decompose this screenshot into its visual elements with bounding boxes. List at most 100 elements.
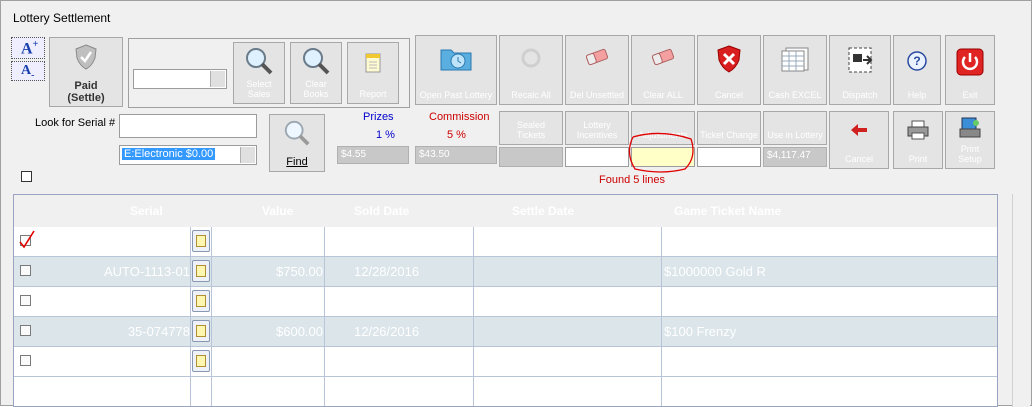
del-unsettled-label: Del Unsettled <box>569 90 625 100</box>
settle-label: (Settle) <box>67 92 105 104</box>
note-button[interactable] <box>192 260 210 282</box>
footer-total-label: Total <box>154 383 185 398</box>
folder-clock-icon <box>439 44 473 74</box>
dispatch-icon <box>845 46 875 76</box>
note-icon <box>196 295 206 307</box>
table-row[interactable]: AUTO-1113-01 $750.00 12/28/2016 $1000000… <box>14 257 997 287</box>
row-checkbox[interactable] <box>20 355 31 366</box>
font-decrease-button[interactable]: A- <box>11 61 45 81</box>
column-divider <box>661 227 662 406</box>
exit-button[interactable]: Exit <box>945 35 995 105</box>
row-checkbox[interactable] <box>20 265 31 276</box>
svg-text:?: ? <box>913 54 920 68</box>
col-header-value[interactable]: Value <box>262 204 293 218</box>
cash-excel-label: Cash EXCEL <box>768 90 822 100</box>
report-button[interactable]: Report <box>347 42 399 104</box>
print-label: Print <box>908 154 928 164</box>
col-header-settle-date[interactable]: Settle Date <box>512 204 574 218</box>
find-label: Find <box>286 156 308 168</box>
table-row[interactable] <box>14 287 997 317</box>
sealed-tickets-value <box>499 147 563 167</box>
note-icon <box>196 355 206 367</box>
dispatch-label: Dispatch <box>842 90 878 100</box>
table-row[interactable]: 35-074778 $600.00 12/26/2016 $100 Frenzy <box>14 317 997 347</box>
prizes-value: $4.55 <box>337 146 409 164</box>
print-setup-icon <box>958 117 982 141</box>
clear-all-button[interactable]: Clear ALL <box>631 35 695 105</box>
select-sales-label: Select Sales <box>246 79 272 99</box>
paid-settle-button[interactable]: Paid (Settle) <box>49 37 123 107</box>
note-button[interactable] <box>192 320 210 342</box>
clear-books-button[interactable]: Clear Books <box>290 42 342 104</box>
annotation-circle <box>628 132 694 173</box>
commission-label: Commission <box>429 111 490 123</box>
note-icon <box>196 325 206 337</box>
table-row[interactable] <box>14 227 997 257</box>
ticket-change-label: Ticket Change <box>697 111 761 145</box>
clear-books-label: Clear Books <box>303 79 329 99</box>
ticket-type-dropdown[interactable]: E:Electronic $0.00 <box>119 145 257 165</box>
help-button[interactable]: ? Help <box>893 35 941 105</box>
footer-total-value: $1,350.00 <box>254 383 312 398</box>
chevron-down-icon <box>240 147 255 163</box>
cell-game-name: $100 Frenzy <box>664 324 737 339</box>
note-button[interactable] <box>192 230 210 252</box>
help-icon: ? <box>906 50 928 74</box>
commission-percent: 5 % <box>447 129 466 141</box>
ticket-change-value[interactable] <box>697 147 761 167</box>
open-past-lottery-button[interactable]: Open Past Lottery <box>415 35 497 105</box>
table-row[interactable] <box>14 347 997 377</box>
select-all-checkbox[interactable] <box>21 171 32 182</box>
tickets-grid: Serial Value Sold Date Settle Date Game … <box>13 194 998 407</box>
prizes-label: Prizes <box>363 111 394 123</box>
help-label: Help <box>907 90 927 100</box>
col-header-serial[interactable]: Serial <box>130 204 163 218</box>
commission-value: $43.50 <box>415 146 497 164</box>
window-title: Lottery Settlement <box>13 11 111 25</box>
col-header-game-name[interactable]: Game Ticket Name <box>674 204 781 218</box>
col-header-sold-date[interactable]: Sold Date <box>354 204 409 218</box>
find-button[interactable]: Find <box>269 114 325 172</box>
row-checkbox[interactable] <box>20 325 31 336</box>
shield-x-icon <box>716 45 742 75</box>
eraser-icon <box>650 48 676 68</box>
print-button[interactable]: Print <box>893 111 943 169</box>
dispatch-button[interactable]: Dispatch <box>829 35 891 105</box>
found-lines-status: Found 5 lines <box>599 174 666 186</box>
recalc-all-button[interactable]: Recalc All <box>499 35 563 105</box>
use-in-lottery-value: $4,117.47 <box>763 147 827 167</box>
chevron-down-icon <box>210 71 225 87</box>
font-increase-button[interactable]: A+ <box>11 37 45 59</box>
cell-sold-date: 12/28/2016 <box>354 264 420 279</box>
cancel-side-label: Cancel <box>844 154 873 164</box>
note-button[interactable] <box>192 290 210 312</box>
lottery-settlement-window: Lottery Settlement A+ A- Paid (Settle) S… <box>0 0 1032 407</box>
column-divider <box>190 227 191 406</box>
print-setup-button[interactable]: Print Setup <box>945 111 995 169</box>
row-checkbox[interactable] <box>20 295 31 306</box>
recalc-all-label: Recalc All <box>511 90 551 100</box>
font-decrease-icon: A- <box>21 63 35 81</box>
printer-icon <box>906 120 930 142</box>
lottery-incentives-label: Lottery Incentives <box>565 111 629 145</box>
vertical-scrollbar[interactable] <box>1012 194 1030 407</box>
cancel-toolbar-button[interactable]: Cancel <box>697 35 761 105</box>
del-unsettled-button[interactable]: Del Unsettled <box>565 35 629 105</box>
cell-value: $750.00 <box>276 264 323 279</box>
cell-serial: AUTO-1113-01 <box>104 264 190 279</box>
cancel-side-button[interactable]: Cancel <box>829 111 889 169</box>
print-setup-label: Print Setup <box>958 144 982 164</box>
note-icon <box>196 265 206 277</box>
look-for-serial-label: Look for Serial # <box>35 117 116 129</box>
cash-excel-button[interactable]: Cash EXCEL <box>763 35 827 105</box>
select-sales-button[interactable]: Select Sales <box>233 42 285 104</box>
power-icon <box>956 48 984 78</box>
note-button[interactable] <box>192 350 210 372</box>
lottery-incentives-value[interactable] <box>565 147 629 167</box>
sales-dropdown[interactable] <box>133 69 227 89</box>
checkmark-icon <box>19 230 35 249</box>
spreadsheet-icon <box>780 46 810 74</box>
open-past-lottery-label: Open Past Lottery <box>419 90 493 100</box>
serial-search-input[interactable] <box>119 114 257 138</box>
clear-all-label: Clear ALL <box>643 90 683 100</box>
